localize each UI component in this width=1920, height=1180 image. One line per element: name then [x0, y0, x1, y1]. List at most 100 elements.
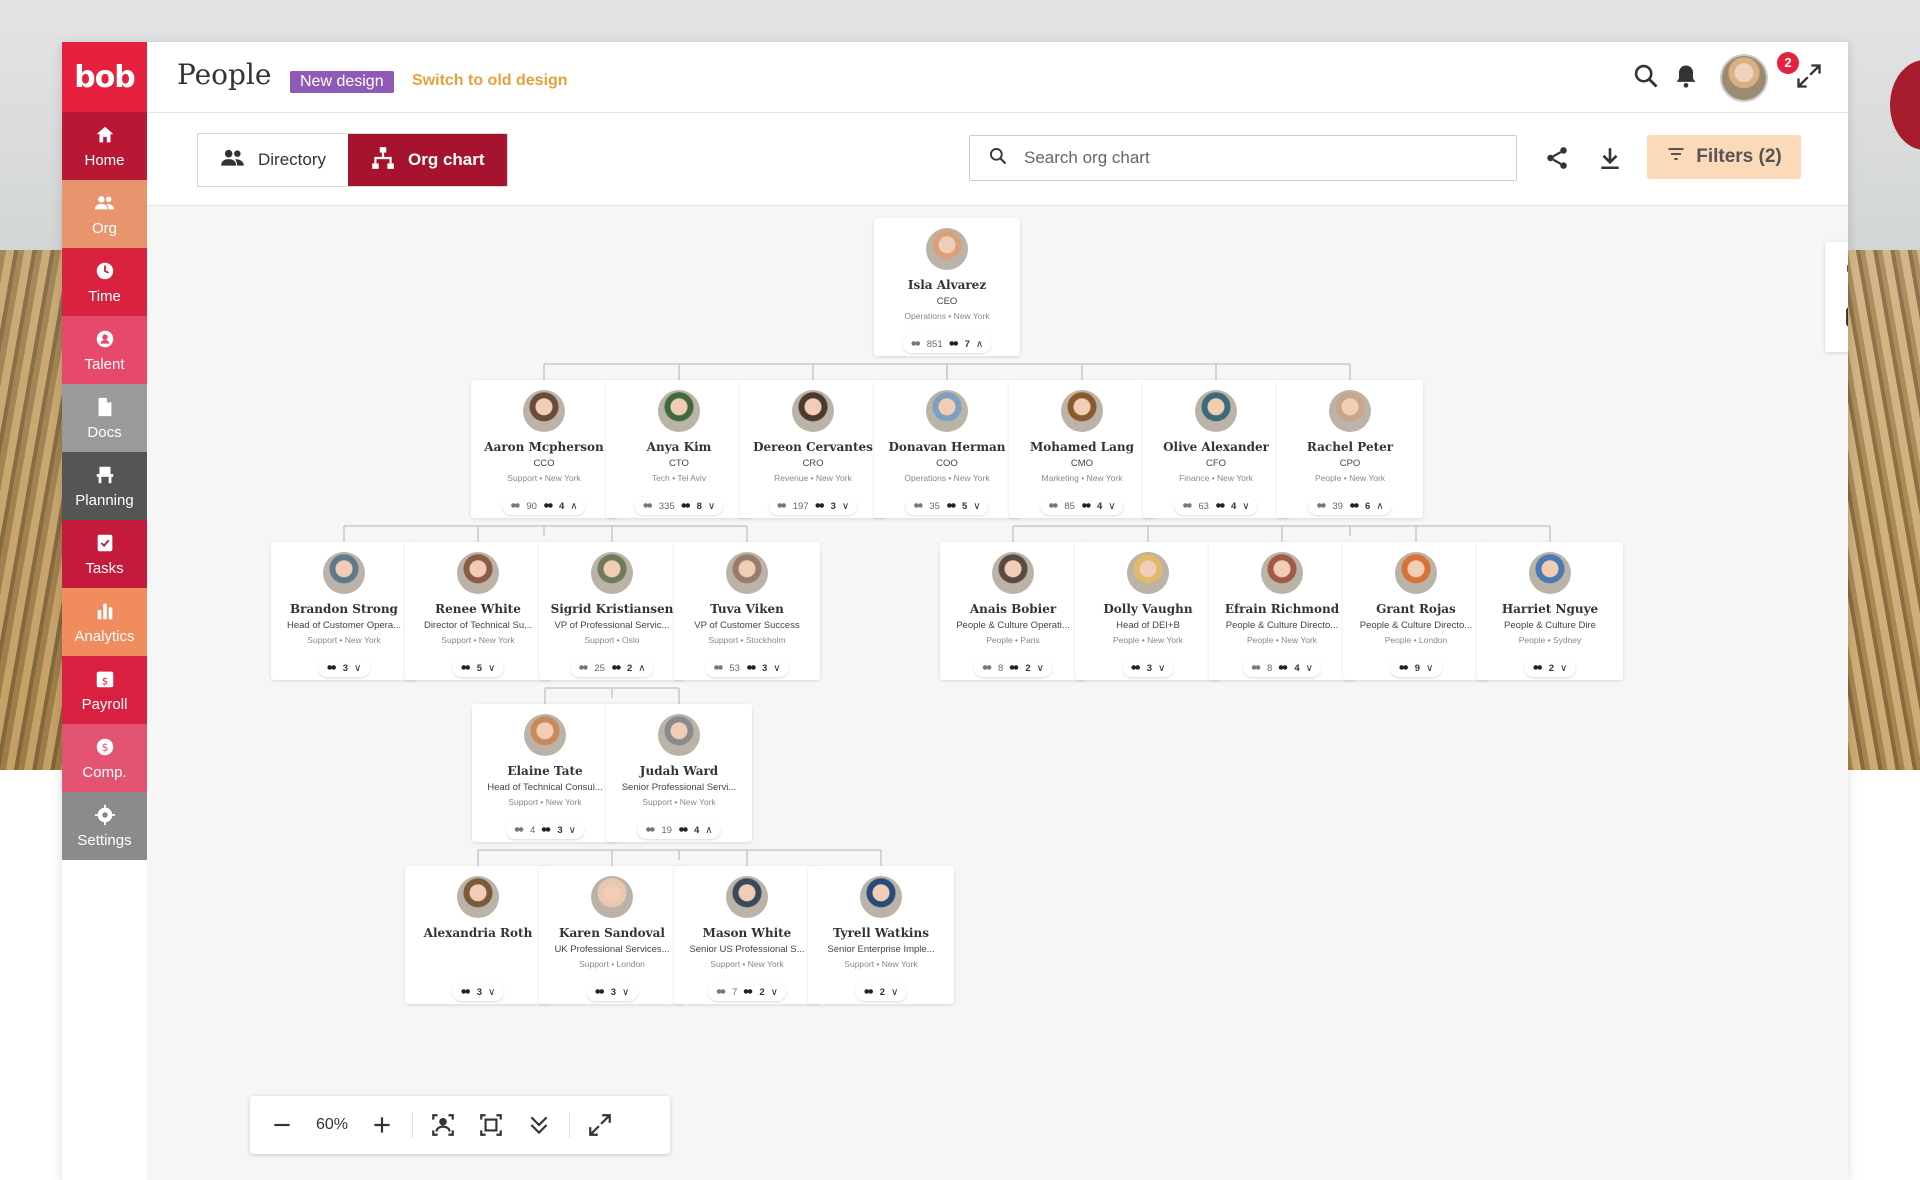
search-input[interactable] — [1022, 147, 1466, 169]
total-reports-icon — [776, 502, 787, 510]
direct-reports-count: 4 — [693, 824, 700, 836]
reports-toggle[interactable]: 8 2 ∨ — [974, 659, 1052, 677]
reports-toggle[interactable]: 25 2 ∧ — [570, 659, 654, 677]
total-reports-icon — [1048, 502, 1059, 510]
search-field[interactable] — [969, 135, 1517, 181]
comp-icon: $ — [94, 736, 116, 758]
total-reports-icon — [1182, 502, 1193, 510]
reports-toggle[interactable]: 63 4 ∨ — [1174, 497, 1258, 515]
reports-toggle[interactable]: 3 ∨ — [318, 659, 370, 677]
total-reports-count: 85 — [1064, 500, 1075, 512]
avatar — [1395, 552, 1437, 594]
people-icon — [220, 145, 246, 176]
avatar — [523, 390, 565, 432]
direct-reports-icon — [814, 502, 825, 510]
share-icon[interactable] — [1544, 145, 1570, 171]
expand-icon[interactable] — [1795, 62, 1825, 92]
employee-role: People & Culture Operati... — [956, 620, 1070, 631]
avatar — [658, 390, 700, 432]
reports-toggle[interactable]: 335 8 ∨ — [634, 497, 724, 515]
direct-reports-icon — [542, 502, 553, 510]
total-reports-count: 53 — [729, 662, 740, 674]
sidebar-item-planning[interactable]: Planning — [62, 452, 147, 520]
sidebar-item-docs[interactable]: Docs — [62, 384, 147, 452]
avatar — [457, 552, 499, 594]
sidebar-item-payroll[interactable]: $ Payroll — [62, 656, 147, 724]
home-icon — [94, 124, 116, 146]
direct-reports-icon — [541, 826, 552, 834]
talent-icon — [94, 328, 116, 350]
sidebar-item-tasks[interactable]: Tasks — [62, 520, 147, 588]
sidebar-item-home[interactable]: Home — [62, 112, 147, 180]
employee-location: People • Paris — [986, 635, 1040, 645]
direct-reports-count: 4 — [1294, 662, 1300, 674]
fit-screen-icon[interactable] — [467, 1101, 515, 1149]
chevron-down-icon: ∨ — [1157, 662, 1166, 674]
direct-reports-icon — [1398, 664, 1409, 672]
chevron-down-icon: ∨ — [770, 986, 778, 998]
reports-toggle[interactable]: 35 5 ∨ — [905, 497, 989, 515]
sidebar-item-analytics[interactable]: Analytics — [62, 588, 147, 656]
header: People New design Switch to old design 2 — [147, 42, 1848, 113]
chevron-up-icon: ∧ — [1376, 500, 1384, 512]
reports-toggle[interactable]: 7 2 ∨ — [708, 983, 786, 1001]
employee-name: Sigrid Kristiansen — [550, 602, 674, 616]
sidebar-item-label: Home — [84, 151, 125, 169]
svg-text:$: $ — [101, 741, 108, 754]
orgchart-tab[interactable]: Org chart — [348, 134, 507, 186]
avatar[interactable] — [1720, 54, 1768, 102]
direct-reports-icon — [610, 664, 621, 672]
id-card-icon[interactable] — [1845, 304, 1848, 330]
employee-location: People • London — [1384, 635, 1448, 645]
sidebar-item-comp[interactable]: $ Comp. — [62, 724, 147, 792]
sidebar-item-org[interactable]: Org — [62, 180, 159, 248]
reports-toggle[interactable]: 39 6 ∧ — [1308, 497, 1392, 515]
chevron-down-icon: ∨ — [773, 662, 781, 674]
reports-toggle[interactable]: 53 3 ∨ — [705, 659, 789, 677]
avatar — [1195, 390, 1237, 432]
reports-toggle[interactable]: 4 3 ∨ — [506, 821, 584, 839]
total-reports-count: 4 — [530, 824, 536, 836]
reports-toggle[interactable]: 197 3 ∨ — [768, 497, 858, 515]
reports-toggle[interactable]: 3 ∨ — [452, 983, 504, 1001]
sidebar-item-time[interactable]: Time — [62, 248, 147, 316]
reports-toggle[interactable]: 90 4 ∧ — [502, 497, 586, 515]
org-chart-canvas[interactable]: Isla Alvarez CEO Operations • New York 851 7… — [147, 206, 1848, 1180]
page-title: People — [177, 58, 272, 91]
directory-tab[interactable]: Directory — [198, 134, 348, 186]
switch-design-link[interactable]: Switch to old design — [412, 72, 568, 90]
zoom-in-icon[interactable] — [358, 1101, 406, 1149]
zoom-out-icon[interactable] — [258, 1101, 306, 1149]
download-icon[interactable] — [1597, 145, 1623, 171]
reports-toggle[interactable]: 5 ∨ — [452, 659, 504, 677]
sidebar-item-talent[interactable]: Talent — [62, 316, 147, 384]
avatar — [926, 228, 968, 270]
direct-reports-count: 3 — [1146, 662, 1152, 674]
employee-role: CPO — [1339, 458, 1361, 469]
reports-toggle[interactable]: 3 ∨ — [586, 983, 638, 1001]
focus-me-icon[interactable] — [419, 1101, 467, 1149]
employee-role: UK Professional Services... — [554, 944, 670, 955]
expand-all-icon[interactable] — [515, 1101, 563, 1149]
employee-location: Support • Oslo — [584, 635, 640, 645]
reports-toggle[interactable]: 9 ∨ — [1390, 659, 1442, 677]
payroll-icon: $ — [94, 668, 116, 690]
reports-toggle[interactable]: 851 7 ∧ — [902, 335, 992, 353]
bell-icon[interactable] — [1672, 62, 1702, 92]
sidebar-item-label: Tasks — [85, 559, 124, 577]
reports-toggle[interactable]: 2 ∨ — [855, 983, 907, 1001]
fullscreen-icon[interactable] — [576, 1101, 624, 1149]
employee-role: Senior Enterprise Imple... — [827, 944, 935, 955]
hierarchy-icon[interactable] — [1845, 262, 1848, 288]
filters-button[interactable]: Filters (2) — [1647, 135, 1801, 179]
reports-toggle[interactable]: 8 4 ∨ — [1243, 659, 1321, 677]
total-reports-icon — [645, 826, 656, 834]
reports-toggle[interactable]: 3 ∨ — [1122, 659, 1174, 677]
reports-toggle[interactable]: 2 ∨ — [1524, 659, 1576, 677]
reports-toggle[interactable]: 19 4 ∧ — [637, 821, 721, 839]
bob-logo[interactable]: bob — [62, 42, 147, 112]
reports-toggle[interactable]: 85 4 ∨ — [1040, 497, 1124, 515]
search-icon[interactable] — [1632, 62, 1662, 92]
sidebar-item-settings[interactable]: Settings — [62, 792, 147, 860]
divider — [412, 1112, 413, 1138]
